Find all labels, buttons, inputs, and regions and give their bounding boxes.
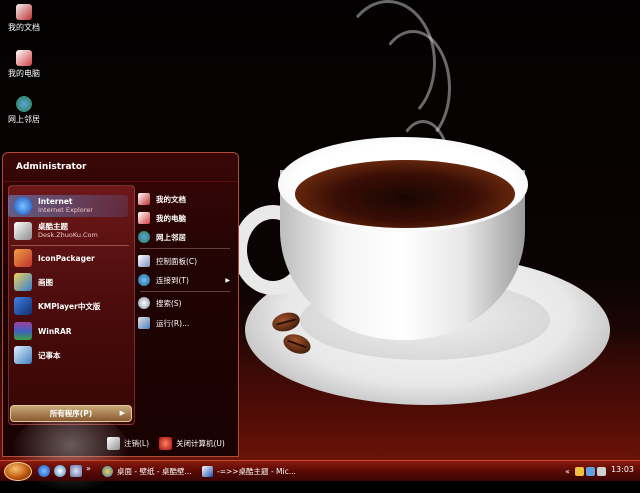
places-item-connect-to[interactable]: 连接到(T) ▶ [138,272,234,288]
my-documents-icon [16,4,32,20]
quick-launch-ie-icon[interactable] [38,465,50,477]
logoff-button[interactable]: 注销(L) [107,436,149,450]
places-item-label: 控制面板(C) [156,256,198,266]
logoff-label: 注销(L) [124,438,150,448]
my-documents-icon [138,193,150,205]
search-icon [138,297,150,309]
start-item-title: 桌酷主题 [38,222,68,231]
start-item-subtitle: Internet Explorer [38,206,93,214]
taskbar-button-label: 桌面 - 壁纸 - 桌酷壁... [117,466,192,476]
tray-expand-icon[interactable]: « [565,467,573,476]
places-item-run[interactable]: 运行(R)... [138,315,234,331]
run-icon [138,317,150,329]
start-item-title: 画图 [38,277,53,287]
wallpaper-coffee [295,160,515,228]
browser-icon [102,465,113,477]
start-menu-separator [11,245,129,246]
start-item-notepad[interactable]: 记事本 [8,344,128,366]
tray-network-icon[interactable] [586,466,595,476]
places-separator [140,291,230,292]
shutdown-button[interactable]: 关闭计算机(U) [159,436,225,450]
logoff-icon [107,436,120,450]
iconpackager-icon [14,249,32,267]
taskbar: » 桌面 - 壁纸 - 桌酷壁... -=>>桌酷主题 - Mic... « 1… [0,460,640,481]
places-separator [140,248,230,249]
user-name: Administrator [16,162,87,172]
start-item-kmplayer[interactable]: KMPlayer中文版 [8,295,128,317]
taskbar-clock[interactable]: 13:03 [611,465,634,474]
arrow-right-icon: ▶ [119,409,125,417]
places-item-search[interactable]: 搜索(S) [138,295,234,311]
internet-explorer-icon [14,197,32,215]
desktop-icon-network-places[interactable]: 网上邻居 [2,96,46,125]
desktop-icon-my-documents[interactable]: 我的文档 [2,4,46,33]
start-menu-header: Administrator [3,153,238,182]
places-item-label: 我的电脑 [156,213,186,223]
places-item-label: 我的文档 [156,194,186,204]
connect-to-icon [138,274,150,286]
places-item-network-places[interactable]: 网上邻居 [138,229,234,245]
places-item-label: 网上邻居 [156,232,186,242]
shutdown-label: 关闭计算机(U) [176,438,225,448]
power-icon [159,436,172,450]
tray-volume-icon[interactable] [597,466,606,476]
places-item-my-documents[interactable]: 我的文档 [138,191,234,207]
places-item-label: 搜索(S) [156,298,182,308]
tray-shield-icon[interactable] [575,466,584,476]
my-computer-icon [16,50,32,66]
start-item-paint[interactable]: 画图 [8,271,128,293]
start-item-title: KMPlayer中文版 [38,301,101,311]
all-programs-label: 所有程序(P) [49,409,93,418]
quick-launch-more-icon[interactable]: » [86,464,94,476]
start-button[interactable] [4,462,32,481]
word-document-icon [202,465,213,477]
taskbar-button-browser[interactable]: 桌面 - 壁纸 - 桌酷壁... [98,463,198,479]
desktop-icon-label: 我的电脑 [8,69,40,78]
places-item-control-panel[interactable]: 控制面板(C) [138,253,234,269]
desktop-icon-label: 我的文档 [8,23,40,32]
submenu-arrow-icon: ▶ [225,276,230,284]
start-menu-footer: 注销(L) 关闭计算机(U) [3,431,238,456]
start-item-subtitle: Desk.ZhuoKu.Com [38,231,98,239]
quick-launch-media-icon[interactable] [54,465,66,477]
start-item-title: IconPackager [38,253,95,263]
places-item-my-computer[interactable]: 我的电脑 [138,210,234,226]
winrar-icon [14,322,32,340]
taskbar-button-label: -=>>桌酷主题 - Mic... [217,466,296,476]
desktop-icon-my-computer[interactable]: 我的电脑 [2,50,46,79]
zhuoku-theme-icon [14,222,32,240]
places-item-label: 连接到(T) [156,275,189,285]
start-item-iconpackager[interactable]: IconPackager [8,247,128,269]
all-programs-button[interactable]: 所有程序(P) ▶ [10,405,132,422]
kmplayer-icon [14,297,32,315]
start-item-zhuoku-theme[interactable]: 桌酷主题 Desk.ZhuoKu.Com [8,220,128,242]
my-computer-icon [138,212,150,224]
start-item-internet[interactable]: Internet Internet Explorer [8,195,128,217]
network-places-icon [138,231,150,243]
network-places-icon [16,96,32,112]
notepad-icon [14,346,32,364]
taskbar-button-word[interactable]: -=>>桌酷主题 - Mic... [198,463,298,479]
start-item-title: 记事本 [38,350,61,360]
quick-launch-desktop-icon[interactable] [70,465,82,477]
start-item-title: Internet [38,197,73,206]
paint-icon [14,273,32,291]
start-item-title: WinRAR [38,326,72,336]
control-panel-icon [138,255,150,267]
start-menu: Administrator Internet Internet Explorer… [2,152,239,493]
places-item-label: 运行(R)... [156,318,190,328]
start-item-winrar[interactable]: WinRAR [8,320,128,342]
desktop-icon-label: 网上邻居 [8,115,40,124]
